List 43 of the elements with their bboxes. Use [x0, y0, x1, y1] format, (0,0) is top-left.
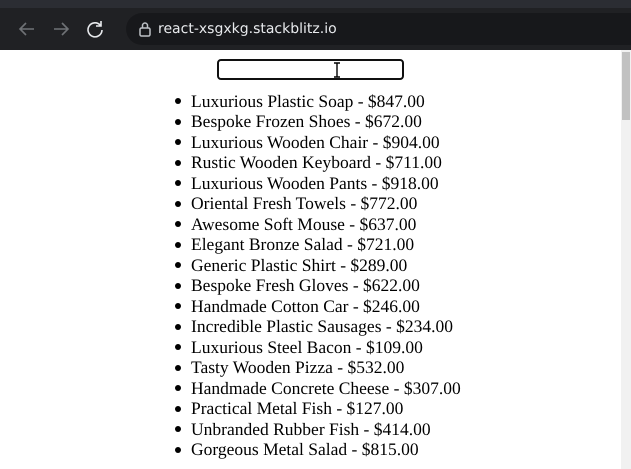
product-item: Bespoke Frozen Shoes - $672.00: [191, 111, 422, 132]
scrollbar[interactable]: [621, 50, 631, 469]
bullet-icon: [175, 324, 181, 330]
scrollbar-thumb[interactable]: [622, 52, 630, 120]
product-item: Rustic Wooden Keyboard - $711.00: [191, 152, 442, 174]
bullet-icon: [175, 242, 181, 248]
bullet-icon: [175, 160, 181, 166]
product-item: Awesome Soft Mouse - $637.00: [191, 214, 416, 235]
product-item: Unbranded Rubber Fish - $414.00: [191, 418, 431, 440]
product-item: Incredible Plastic Sausages - $234.00: [191, 316, 453, 338]
lock-icon: [138, 21, 152, 37]
search-field[interactable]: [217, 59, 404, 80]
bullet-icon: [175, 221, 181, 228]
bullet-icon: [175, 180, 181, 186]
product-item: Luxurious Steel Bacon - $109.00: [191, 336, 423, 358]
product-item: Luxurious Plastic Soap - $847.00: [191, 90, 425, 112]
product-item: Luxurious Wooden Chair - $904.00: [191, 132, 440, 153]
product-item: Gorgeous Metal Salad - $815.00: [191, 439, 419, 460]
product-item: Handmade Concrete Cheese - $307.00: [191, 378, 461, 399]
bullet-icon: [175, 364, 181, 371]
product-item: Elegant Bronze Salad - $721.00: [191, 234, 414, 256]
bullet-icon: [175, 282, 181, 289]
text-cursor-icon: [333, 62, 341, 78]
address-bar[interactable]: react-xsgxkg.stackblitz.io: [126, 13, 631, 45]
product-item: Oriental Fresh Towels - $772.00: [191, 193, 418, 214]
bullet-icon: [175, 406, 181, 412]
product-item: Generic Plastic Shirt - $289.00: [191, 254, 408, 276]
product-item: Practical Metal Fish - $127.00: [191, 398, 404, 420]
bullet-icon: [175, 344, 181, 350]
product-item: Luxurious Wooden Pants - $918.00: [191, 172, 439, 194]
bullet-icon: [175, 98, 181, 104]
bullet-icon: [175, 426, 181, 432]
bullet-icon: [175, 200, 181, 207]
product-item: Bespoke Fresh Gloves - $622.00: [191, 275, 420, 296]
reload-icon[interactable]: [85, 19, 105, 39]
bullet-icon: [175, 303, 181, 310]
product-item: Handmade Cotton Car - $246.00: [191, 296, 420, 317]
bullet-icon: [175, 139, 181, 146]
bullet-icon: [175, 446, 181, 453]
bullet-icon: [175, 385, 181, 392]
bullet-icon: [175, 118, 181, 125]
product-item: Tasty Wooden Pizza - $532.00: [191, 357, 404, 378]
bullet-icon: [175, 262, 181, 268]
